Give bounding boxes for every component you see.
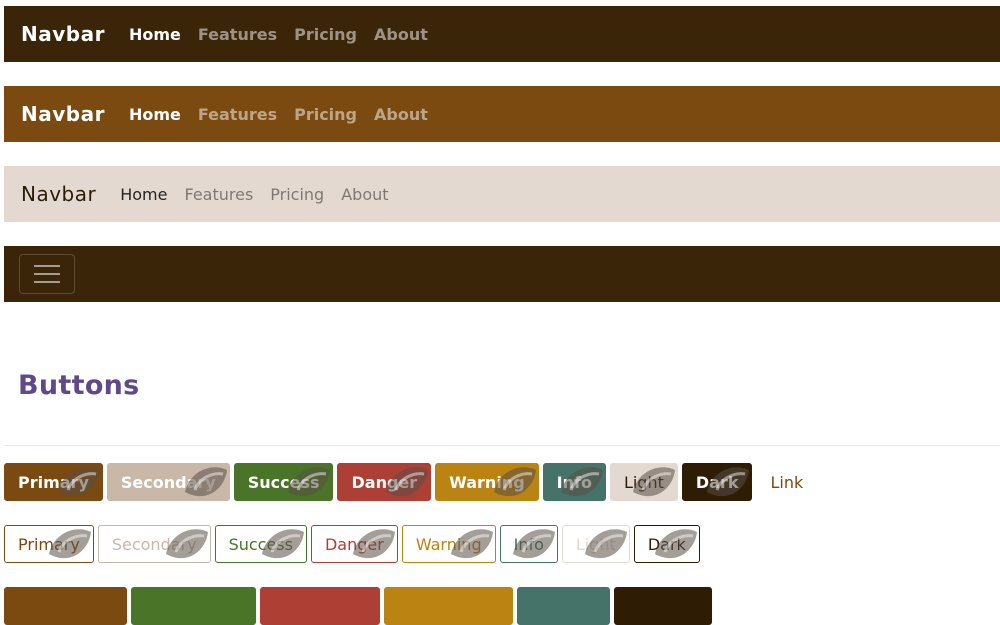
leaf-shape xyxy=(450,529,493,559)
success-outline-button[interactable]: Success xyxy=(214,525,307,563)
leaf-shape xyxy=(184,467,227,497)
secondary-button[interactable]: Secondary xyxy=(106,463,230,501)
info-large-button[interactable] xyxy=(517,587,610,625)
leaf-shape xyxy=(352,529,395,559)
leaf-shape xyxy=(386,467,429,497)
nav-link-features[interactable]: Features xyxy=(184,185,253,204)
warning-large-button[interactable] xyxy=(384,587,513,625)
leaf-decoration-icon xyxy=(632,467,675,497)
danger-button[interactable]: Danger xyxy=(337,463,432,501)
outline-button-row: Primary Secondary Success Danger Warning… xyxy=(4,525,700,563)
nav-link-home[interactable]: Home xyxy=(129,105,181,124)
navbar-brand[interactable]: Navbar xyxy=(21,102,105,126)
dark-outline-button[interactable]: Dark xyxy=(633,525,700,563)
leaf-shape xyxy=(493,467,536,497)
nav-link-pricing[interactable]: Pricing xyxy=(294,105,357,124)
leaf-decoration-icon xyxy=(560,467,603,497)
warning-outline-button[interactable]: Warning xyxy=(401,525,496,563)
leaf-decoration-icon xyxy=(288,467,331,497)
leaf-shape xyxy=(654,529,697,559)
hamburger-icon xyxy=(34,281,60,283)
leaf-shape xyxy=(707,467,750,497)
navbar-collapsed xyxy=(4,246,1000,302)
leaf-shape xyxy=(632,467,675,497)
nav-link-features[interactable]: Features xyxy=(198,25,277,44)
nav-link-home[interactable]: Home xyxy=(129,25,181,44)
nav-link-home[interactable]: Home xyxy=(120,185,167,204)
leaf-decoration-icon xyxy=(261,529,304,559)
leaf-shape xyxy=(261,529,304,559)
navbar-dark: Navbar Home Features Pricing About xyxy=(4,6,1000,62)
solid-button-row: Primary Secondary Success Danger Warning… xyxy=(4,463,817,501)
leaf-decoration-icon xyxy=(386,467,429,497)
leaf-decoration-icon xyxy=(584,529,627,559)
leaf-shape xyxy=(288,467,331,497)
success-large-button[interactable] xyxy=(131,587,256,625)
section-title: Buttons xyxy=(18,370,140,401)
dark-button[interactable]: Dark xyxy=(681,463,753,501)
light-button[interactable]: Light xyxy=(609,463,678,501)
primary-outline-button[interactable]: Primary xyxy=(4,525,94,563)
large-button-row xyxy=(4,587,712,625)
leaf-shape xyxy=(560,467,603,497)
nav-link-about[interactable]: About xyxy=(341,185,388,204)
leaf-decoration-icon xyxy=(493,467,536,497)
hamburger-icon xyxy=(34,273,60,275)
leaf-shape xyxy=(512,529,555,559)
leaf-shape xyxy=(584,529,627,559)
button-label: Link xyxy=(770,472,804,492)
leaf-shape xyxy=(165,529,208,559)
leaf-decoration-icon xyxy=(184,467,227,497)
danger-large-button[interactable] xyxy=(260,587,380,625)
leaf-shape xyxy=(48,529,91,559)
leaf-decoration-icon xyxy=(654,529,697,559)
leaf-decoration-icon xyxy=(57,467,100,497)
nav-link-pricing[interactable]: Pricing xyxy=(294,25,357,44)
dark-large-button[interactable] xyxy=(614,587,712,625)
leaf-decoration-icon xyxy=(352,529,395,559)
leaf-decoration-icon xyxy=(450,529,493,559)
leaf-decoration-icon xyxy=(707,467,750,497)
light-outline-button[interactable]: Light xyxy=(561,525,630,563)
leaf-decoration-icon xyxy=(165,529,208,559)
nav-link-pricing[interactable]: Pricing xyxy=(270,185,324,204)
info-button[interactable]: Info xyxy=(542,463,606,501)
leaf-shape xyxy=(57,467,100,497)
secondary-outline-button[interactable]: Secondary xyxy=(97,525,211,563)
nav-link-about[interactable]: About xyxy=(374,105,428,124)
primary-large-button[interactable] xyxy=(4,587,127,625)
navbar-brand[interactable]: Navbar xyxy=(21,182,96,206)
info-outline-button[interactable]: Info xyxy=(499,525,558,563)
divider xyxy=(4,445,1000,446)
navbar-light: Navbar Home Features Pricing About xyxy=(4,166,1000,222)
navbar-primary: Navbar Home Features Pricing About xyxy=(4,86,1000,142)
hamburger-icon xyxy=(34,265,60,267)
warning-button[interactable]: Warning xyxy=(435,463,539,501)
success-button[interactable]: Success xyxy=(233,463,334,501)
link-button[interactable]: Link xyxy=(756,463,817,501)
navbar-toggler-button[interactable] xyxy=(19,254,75,294)
leaf-decoration-icon xyxy=(512,529,555,559)
nav-link-about[interactable]: About xyxy=(374,25,428,44)
navbar-brand[interactable]: Navbar xyxy=(21,22,105,46)
nav-link-features[interactable]: Features xyxy=(198,105,277,124)
leaf-decoration-icon xyxy=(48,529,91,559)
primary-button[interactable]: Primary xyxy=(4,463,103,501)
danger-outline-button[interactable]: Danger xyxy=(310,525,398,563)
